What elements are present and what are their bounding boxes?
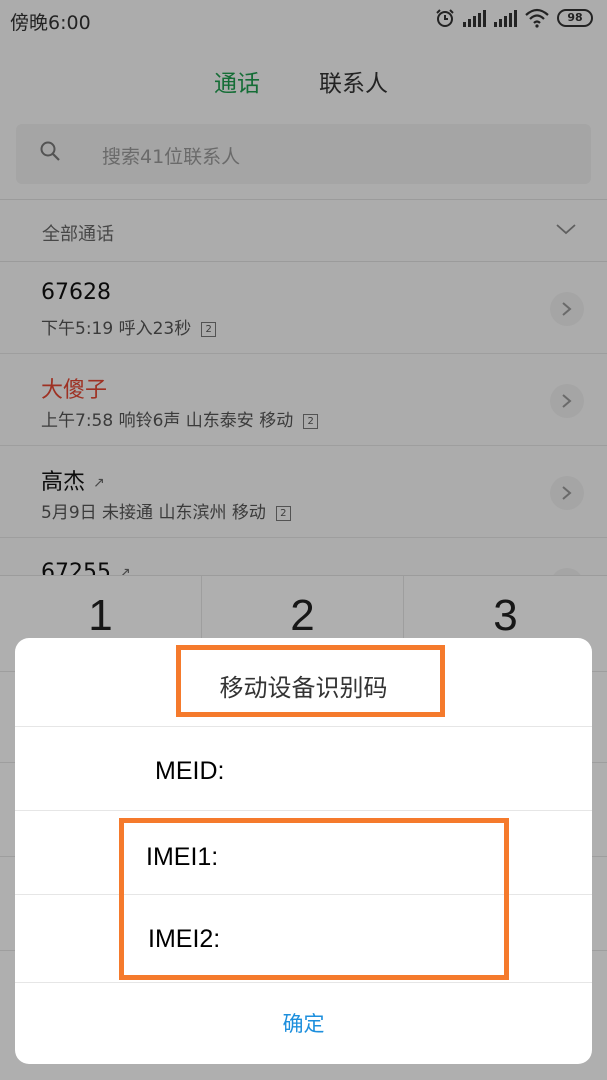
meid-row: MEID: — [15, 726, 592, 810]
title-highlight-box — [176, 645, 445, 717]
confirm-button[interactable]: 确定 — [15, 982, 592, 1064]
imei-highlight-box — [119, 818, 509, 980]
meid-label: MEID: — [155, 757, 225, 785]
